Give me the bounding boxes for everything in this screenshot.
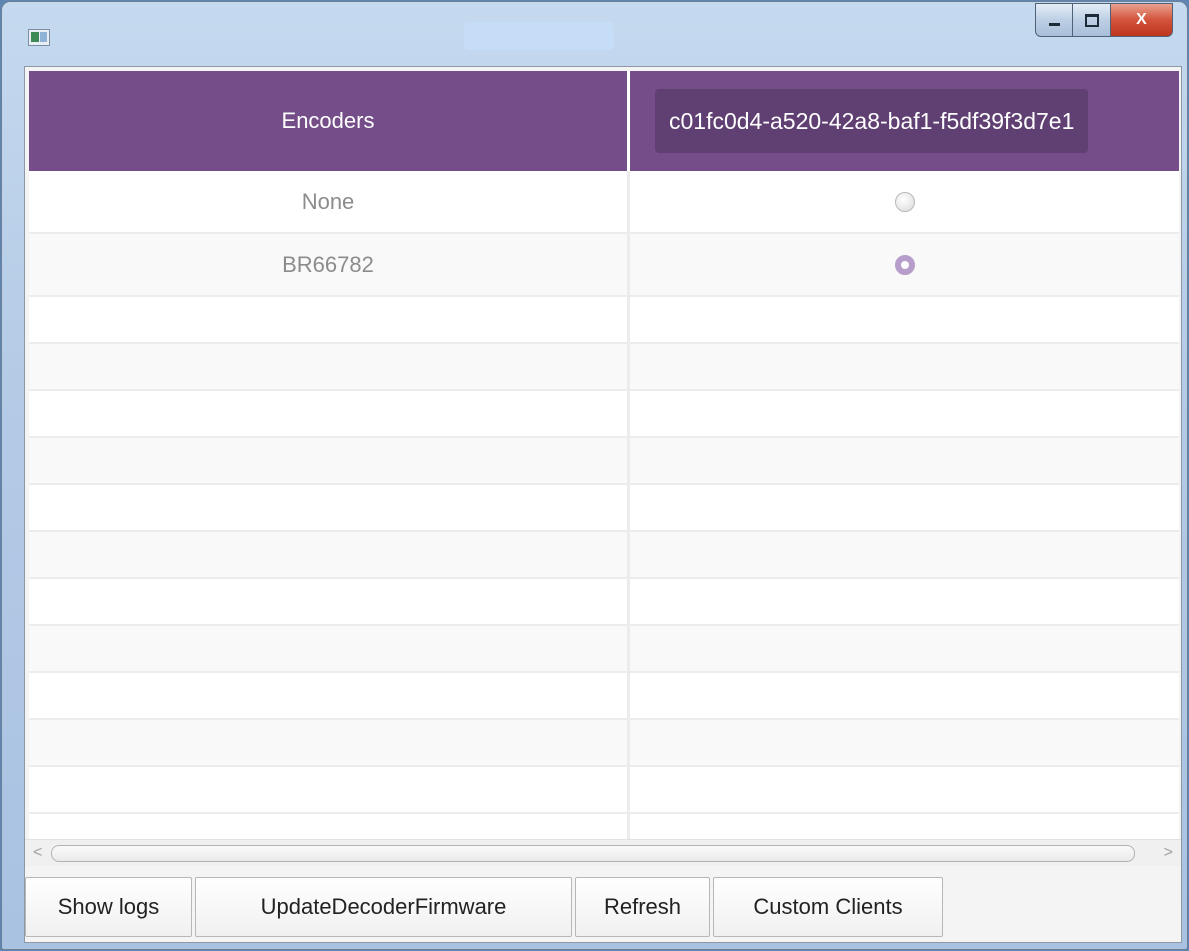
caption-buttons: X: [1035, 3, 1173, 37]
horizontal-scrollbar[interactable]: < >: [25, 839, 1181, 866]
column-header-decoder[interactable]: c01fc0d4-a520-42a8-baf1-f5df39f3d7e1: [629, 71, 1179, 171]
empty-row: [29, 673, 1179, 720]
radio-none[interactable]: [894, 191, 915, 212]
encoder-name-cell: None: [29, 171, 627, 232]
column-divider-body: [627, 171, 630, 839]
empty-row: [29, 767, 1179, 814]
client-area: Encoders c01fc0d4-a520-42a8-baf1-f5df39f…: [24, 66, 1182, 943]
empty-row: [29, 579, 1179, 626]
select-cell: [630, 171, 1179, 232]
title-glass-highlight: [464, 22, 614, 50]
empty-row: [29, 626, 1179, 673]
empty-row: [29, 720, 1179, 767]
table-row[interactable]: BR66782: [29, 234, 1179, 297]
column-header-encoders[interactable]: Encoders: [29, 71, 627, 171]
table-header: Encoders c01fc0d4-a520-42a8-baf1-f5df39f…: [29, 71, 1179, 171]
radio-br66782[interactable]: [894, 254, 915, 275]
close-button[interactable]: X: [1111, 3, 1173, 37]
empty-row: [29, 391, 1179, 438]
encoder-name: None: [301, 188, 355, 214]
scroll-left-icon[interactable]: <: [33, 844, 42, 862]
empty-row: [29, 297, 1179, 344]
empty-row: [29, 344, 1179, 391]
scrollbar-thumb[interactable]: [51, 845, 1135, 862]
app-icon[interactable]: [28, 29, 50, 46]
close-icon: X: [1136, 11, 1147, 28]
custom-clients-button[interactable]: Custom Clients: [713, 877, 943, 937]
app-window: X Encoders c01fc0d4-a520-42a8-baf1-f5df3…: [2, 2, 1187, 949]
maximize-icon: [1084, 13, 1099, 27]
empty-row: [29, 438, 1179, 485]
encoder-name-cell: BR66782: [29, 234, 627, 295]
table-row[interactable]: None: [29, 171, 1179, 234]
minimize-button[interactable]: [1035, 3, 1073, 37]
decoder-id-label: c01fc0d4-a520-42a8-baf1-f5df39f3d7e1: [655, 89, 1089, 153]
show-logs-button[interactable]: Show logs: [25, 877, 192, 937]
scroll-right-icon[interactable]: >: [1164, 844, 1173, 862]
minimize-icon: [1048, 23, 1060, 26]
update-decoder-firmware-button[interactable]: UpdateDecoderFirmware: [195, 877, 572, 937]
decoder-id-text: c01fc0d4-a520-42a8-baf1-f5df39f3d7e1: [669, 107, 1075, 134]
title-bar[interactable]: X: [2, 2, 1187, 64]
bottom-toolbar: Show logs UpdateDecoderFirmware Refresh …: [25, 877, 1181, 939]
empty-row: [29, 532, 1179, 579]
column-header-label: Encoders: [281, 108, 375, 133]
table-body: None BR66782: [29, 171, 1179, 814]
encoder-table: Encoders c01fc0d4-a520-42a8-baf1-f5df39f…: [29, 71, 1179, 839]
maximize-button[interactable]: [1073, 3, 1111, 37]
encoder-name: BR66782: [282, 251, 374, 277]
select-cell: [630, 234, 1179, 295]
refresh-button[interactable]: Refresh: [575, 877, 710, 937]
empty-row: [29, 485, 1179, 532]
